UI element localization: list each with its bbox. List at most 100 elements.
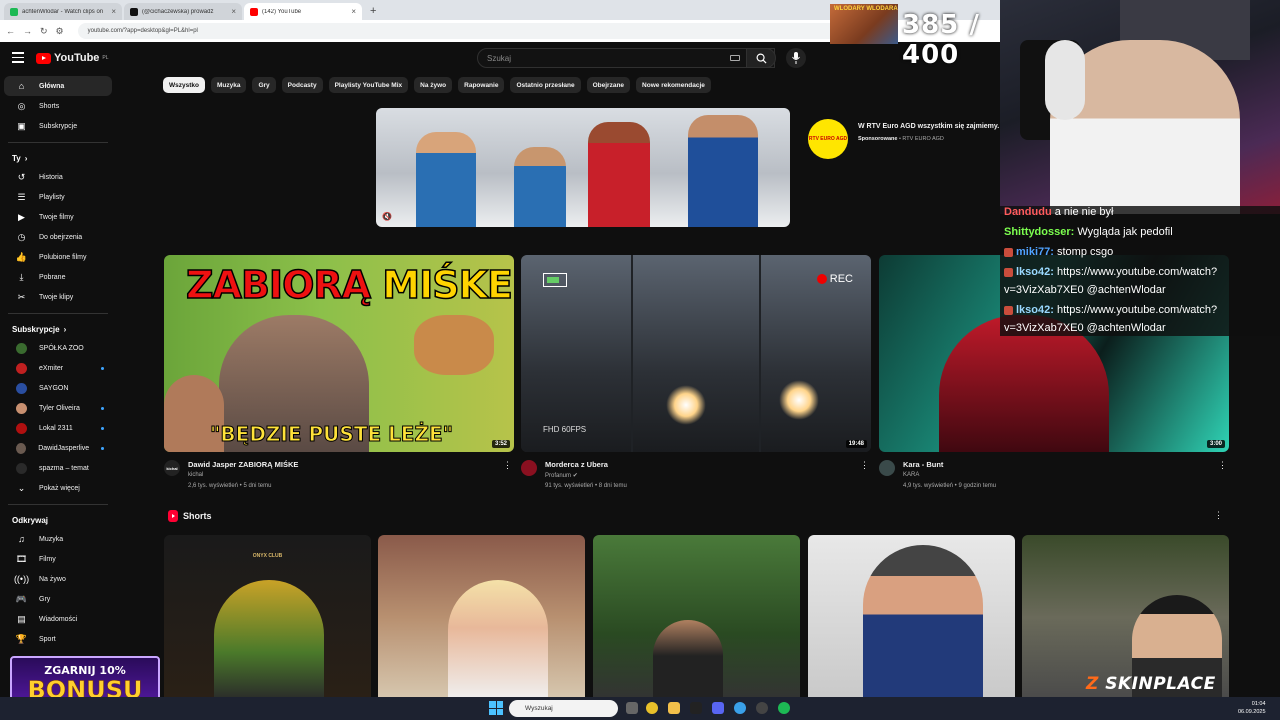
sidebar-item[interactable]: 🏆 Sport xyxy=(4,629,112,649)
tab-close-icon[interactable]: × xyxy=(231,7,236,16)
video-title[interactable]: Dawid Jasper ZABIORĄ MIŚKE xyxy=(188,460,298,469)
youtube-logo[interactable]: YouTube PL xyxy=(36,52,109,64)
forward-icon[interactable]: → xyxy=(23,26,32,36)
short-card[interactable] xyxy=(378,535,585,700)
sidebar-item[interactable]: 👍 Polubione filmy xyxy=(4,247,112,267)
shorts-shelf-header: Shorts xyxy=(168,510,212,522)
tab-close-icon[interactable]: × xyxy=(111,7,116,16)
taskbar-clock[interactable]: 01:04 06.09.2025 xyxy=(1238,700,1266,716)
sidebar-item[interactable]: ⤓ Pobrane xyxy=(4,267,112,287)
url-field[interactable]: youtube.com/?app=desktop&gl=PL&hl=pl xyxy=(77,23,898,39)
sidebar-item[interactable]: ☰ Playlisty xyxy=(4,187,112,207)
ad-video-preview[interactable]: 🔇 xyxy=(376,108,790,227)
discord-icon[interactable] xyxy=(712,702,724,714)
sidebar-section-header[interactable]: Ty › xyxy=(0,149,116,167)
taskbar-search[interactable]: Wyszukaj xyxy=(509,700,618,717)
filter-chip[interactable]: Gry xyxy=(252,77,276,93)
video-thumbnail[interactable]: ZABIORĄ MIŚKE "BĘDZIE PUSTE LEŻE" 3:52 xyxy=(164,255,514,452)
channel-name-text: Profanum xyxy=(545,473,572,479)
tab-close-icon[interactable]: × xyxy=(351,7,356,16)
show-more-button[interactable]: ⌄ Pokaż więcej xyxy=(4,478,112,498)
filter-chip[interactable]: Podcasty xyxy=(281,77,323,93)
channel-name[interactable]: KARA xyxy=(903,472,919,478)
video-thumbnail[interactable]: REC FHD 60FPS 19:48 xyxy=(521,255,871,452)
channel-name[interactable]: Profanum ✔ xyxy=(545,472,578,479)
short-card[interactable]: ONYX CLUB xyxy=(164,535,371,700)
shorts-more-icon[interactable]: ⋮ xyxy=(1214,510,1223,521)
sidebar-subscription[interactable]: DawidJasperlive xyxy=(4,438,112,458)
browser-tab[interactable]: (@cichaczewska) prowadź × xyxy=(124,3,242,20)
channel-avatar[interactable] xyxy=(879,460,895,476)
filter-chip[interactable]: Ostatnio przesłane xyxy=(510,77,581,93)
sidebar-subscription[interactable]: spazma – temat xyxy=(4,458,112,478)
sidebar-subscription[interactable]: Lokal 2311 xyxy=(4,418,112,438)
menu-icon[interactable] xyxy=(12,52,24,63)
filter-chip[interactable]: Muzyka xyxy=(210,77,247,93)
ad-title[interactable]: W RTV Euro AGD wszystkim się zajmiemy. xyxy=(858,123,999,130)
more-options-icon[interactable]: ⋮ xyxy=(1218,460,1227,471)
filter-chip[interactable]: Wszystko xyxy=(163,77,205,93)
keyboard-icon[interactable] xyxy=(730,55,740,61)
video-title[interactable]: Morderca z Ubera xyxy=(545,460,608,469)
chrome-icon[interactable] xyxy=(646,702,658,714)
more-options-icon[interactable]: ⋮ xyxy=(860,460,869,471)
browser-icon[interactable] xyxy=(734,702,746,714)
video-card[interactable]: REC FHD 60FPS 19:48 Morderca z Ubera Pro… xyxy=(521,255,871,498)
sidebar-item-label: Główna xyxy=(39,82,65,90)
obs-icon[interactable] xyxy=(756,702,768,714)
short-card[interactable] xyxy=(808,535,1015,700)
browser-tab[interactable]: (142) YouTube × xyxy=(244,3,362,20)
sidebar-item[interactable]: ✂ Twoje klipy xyxy=(4,287,112,307)
sidebar-item[interactable]: ◎ Shorts xyxy=(4,96,112,116)
mute-icon[interactable]: 🔇 xyxy=(382,212,392,221)
your-videos-icon: ▶ xyxy=(18,211,25,222)
sidebar-subscription[interactable]: SPÓŁKA ZOO xyxy=(4,338,112,358)
channel-avatar[interactable] xyxy=(521,460,537,476)
sidebar-item[interactable]: ◷ Do obejrzenia xyxy=(4,227,112,247)
sidebar-item[interactable]: 🎮 Gry xyxy=(4,589,112,609)
voice-search-button[interactable] xyxy=(786,48,806,68)
movies-icon: 🎞 xyxy=(15,553,28,564)
channel-avatar[interactable]: kichal xyxy=(164,460,180,476)
spotify-icon[interactable] xyxy=(778,702,790,714)
reload-icon[interactable]: ↻ xyxy=(40,26,48,37)
video-card[interactable]: ZABIORĄ MIŚKE "BĘDZIE PUSTE LEŻE" 3:52 k… xyxy=(164,255,514,498)
streamer-webcam xyxy=(1000,0,1280,214)
app-icon[interactable] xyxy=(690,702,702,714)
sidebar-section-header[interactable]: Subskrypcje › xyxy=(0,320,116,338)
sidebar-item[interactable]: ((•)) Na żywo xyxy=(4,569,112,589)
new-tab-button[interactable]: + xyxy=(370,3,376,20)
search-button[interactable] xyxy=(746,48,776,68)
filter-chip[interactable]: Na żywo xyxy=(414,77,453,93)
sidebar-item[interactable]: 🎞 Filmy xyxy=(4,549,112,569)
advertiser-logo[interactable]: RTV EURO AGD xyxy=(808,119,848,159)
sidebar-item[interactable]: ▣ Subskrypcje xyxy=(4,116,112,136)
score-banner-image: WLODARY WLODARA xyxy=(830,4,898,44)
tune-icon[interactable]: ⚙ xyxy=(56,26,64,37)
search-input[interactable]: Szukaj xyxy=(477,48,775,68)
browser-tab[interactable]: achtenWlodar - Watch clips on × xyxy=(4,3,122,20)
sidebar-subscription[interactable]: SAYGON xyxy=(4,378,112,398)
channel-name[interactable]: kichal xyxy=(188,472,203,478)
start-icon[interactable] xyxy=(489,701,503,715)
sidebar-item[interactable]: ▶ Twoje filmy xyxy=(4,207,112,227)
sidebar-subscription[interactable]: Tyler Oliveira xyxy=(4,398,112,418)
filter-chip[interactable]: Nowe rekomendacje xyxy=(636,77,711,93)
advertiser-name: RTV EURO AGD xyxy=(902,136,944,142)
file-explorer-icon[interactable] xyxy=(668,702,680,714)
short-card[interactable] xyxy=(593,535,800,700)
filter-chip[interactable]: Playlisty YouTube Mix xyxy=(328,77,409,93)
more-options-icon[interactable]: ⋮ xyxy=(503,460,512,471)
sidebar-item[interactable]: ▤ Wiadomości xyxy=(4,609,112,629)
back-icon[interactable]: ← xyxy=(6,26,15,36)
taskbar-search-label: Wyszukaj xyxy=(525,705,553,712)
sidebar-item[interactable]: ♫ Muzyka xyxy=(4,529,112,549)
filter-chip[interactable]: Obejrzane xyxy=(586,77,631,93)
filter-chip[interactable]: Rapowanie xyxy=(458,77,505,93)
video-title[interactable]: Kara - Bunt xyxy=(903,460,943,469)
sidebar-item[interactable]: ↺ Historia xyxy=(4,167,112,187)
chat-message: Dandudu a nie nie był xyxy=(1004,206,1113,218)
sidebar-item[interactable]: ⌂ Główna xyxy=(4,76,112,96)
sidebar-subscription[interactable]: eXmiter xyxy=(4,358,112,378)
task-view-icon[interactable] xyxy=(626,702,638,714)
